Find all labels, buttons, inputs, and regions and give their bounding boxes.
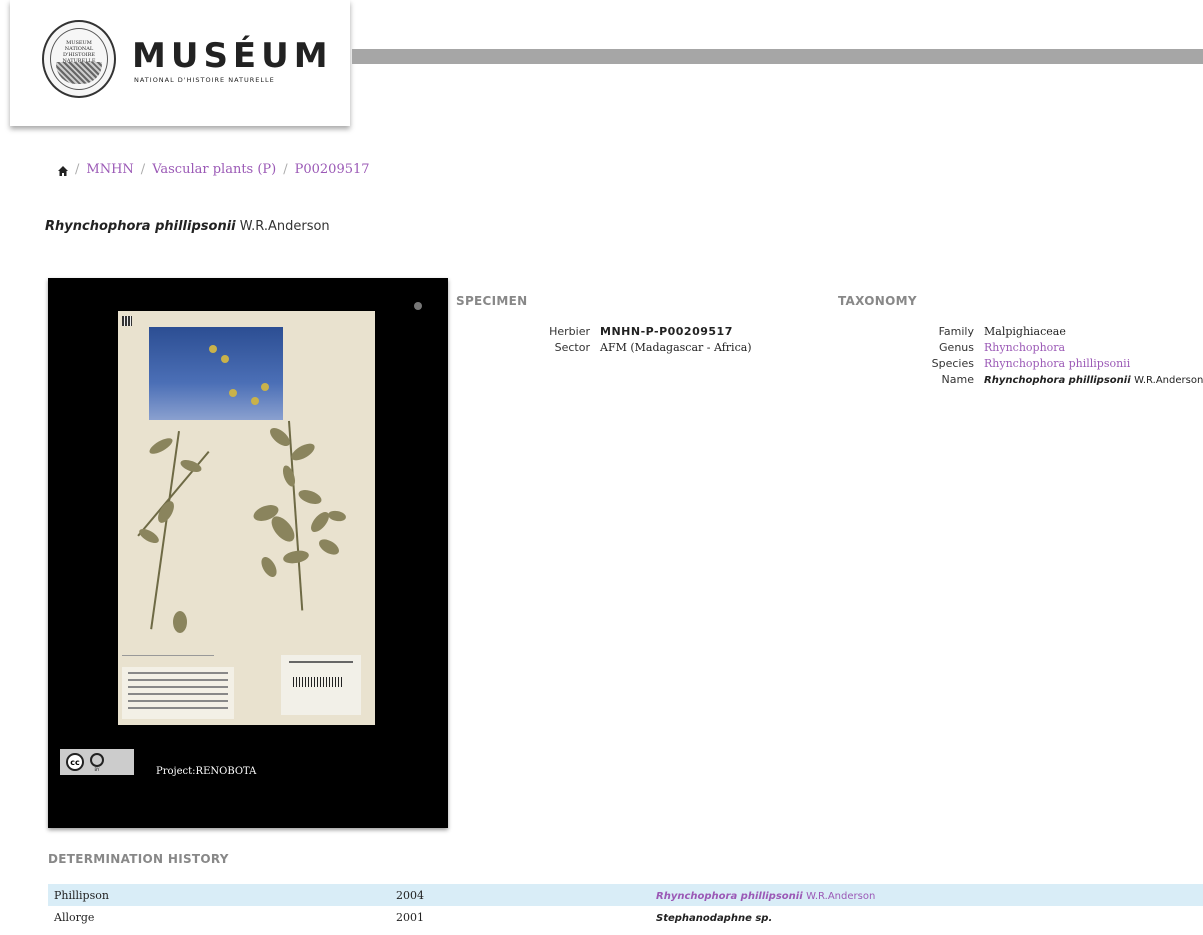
family-label: Family bbox=[938, 325, 974, 338]
header-bar bbox=[352, 49, 1203, 64]
brand-name: MUSÉUM bbox=[132, 36, 333, 76]
determination-author: W.R.Anderson bbox=[806, 890, 876, 902]
name-scientific: Rhynchophora phillipsonii bbox=[984, 375, 1131, 386]
seal-text: MUSEUM NATIONAL D'HISTOIRE NATURELLE bbox=[62, 40, 96, 64]
breadcrumb-separator: / bbox=[75, 162, 80, 177]
handwritten-label bbox=[122, 643, 214, 656]
project-credit: Project:RENOBOTA bbox=[156, 766, 257, 777]
herbier-label: Herbier bbox=[549, 325, 590, 338]
site-logo[interactable]: MUSEUM NATIONAL D'HISTOIRE NATURELLE MUS… bbox=[10, 0, 350, 126]
breadcrumb: / MNHN / Vascular plants (P) / P00209517 bbox=[58, 162, 370, 177]
qr-code-icon bbox=[122, 316, 132, 326]
attribution-icon bbox=[90, 752, 104, 767]
title-author: W.R.Anderson bbox=[239, 219, 330, 234]
barcode-icon bbox=[293, 677, 343, 687]
specimen-image-viewer[interactable]: cc BY Project:RENOBOTA bbox=[48, 278, 448, 828]
taxonomy-heading: TAXONOMY bbox=[838, 294, 917, 308]
breadcrumb-mnhn[interactable]: MNHN bbox=[86, 162, 133, 177]
sector-label: Sector bbox=[554, 341, 590, 354]
museum-seal-icon: MUSEUM NATIONAL D'HISTOIRE NATURELLE bbox=[42, 20, 116, 98]
viewer-control-dot[interactable] bbox=[414, 302, 422, 310]
breadcrumb-collection[interactable]: Vascular plants (P) bbox=[152, 162, 276, 177]
cc-icon: cc bbox=[66, 753, 84, 771]
title-scientific-name: Rhynchophora phillipsonii bbox=[45, 219, 236, 234]
herbarium-stamp-label bbox=[281, 655, 361, 715]
collection-label bbox=[122, 667, 234, 719]
determination-heading: DETERMINATION HISTORY bbox=[48, 852, 229, 866]
page-title: Rhynchophora phillipsonii W.R.Anderson bbox=[45, 219, 330, 234]
year-cell: 2004 bbox=[396, 888, 424, 902]
taxonomy-details: Family Malpighiaceae Genus Rhynchophora … bbox=[838, 324, 1203, 389]
name-label: Name bbox=[941, 373, 974, 386]
name-cell: Stephanodaphne sp. bbox=[650, 906, 1203, 928]
genus-label: Genus bbox=[939, 341, 974, 354]
determiner-cell: Phillipson bbox=[54, 888, 109, 902]
by-label: BY bbox=[94, 766, 100, 772]
table-row: Phillipson 2004 Rhynchophora phillipsoni… bbox=[48, 884, 1203, 906]
determination-name-link[interactable]: Rhynchophora phillipsonii bbox=[656, 891, 803, 902]
home-icon[interactable] bbox=[58, 165, 68, 176]
herbier-value: MNHN-P-P00209517 bbox=[600, 325, 733, 338]
species-label: Species bbox=[931, 357, 974, 370]
determiner-cell: Allorge bbox=[54, 910, 95, 924]
license-badge[interactable]: cc BY bbox=[60, 749, 134, 775]
breadcrumb-specimen[interactable]: P00209517 bbox=[295, 162, 370, 177]
name-author: W.R.Anderson bbox=[1134, 375, 1203, 386]
brand-subtitle: NATIONAL D'HISTOIRE NATURELLE bbox=[134, 76, 275, 84]
genus-link[interactable]: Rhynchophora bbox=[984, 341, 1065, 354]
herbarium-sheet-image bbox=[118, 311, 375, 725]
species-link[interactable]: Rhynchophora phillipsonii bbox=[984, 357, 1130, 370]
field-photo bbox=[149, 327, 283, 420]
name-cell: Rhynchophora phillipsonii W.R.Anderson bbox=[650, 884, 1203, 906]
sector-value: AFM (Madagascar - Africa) bbox=[600, 341, 752, 354]
year-cell: 2001 bbox=[396, 910, 424, 924]
determination-table: Phillipson 2004 Rhynchophora phillipsoni… bbox=[48, 884, 1203, 928]
determination-name: Stephanodaphne sp. bbox=[656, 912, 773, 924]
breadcrumb-separator: / bbox=[283, 162, 288, 177]
table-row: Allorge 2001 Stephanodaphne sp. bbox=[48, 906, 1203, 928]
family-value: Malpighiaceae bbox=[984, 325, 1066, 338]
specimen-heading: SPECIMEN bbox=[456, 294, 528, 308]
breadcrumb-separator: / bbox=[140, 162, 146, 177]
specimen-details: Herbier MNHN-P-P00209517 Sector AFM (Mad… bbox=[456, 324, 752, 356]
